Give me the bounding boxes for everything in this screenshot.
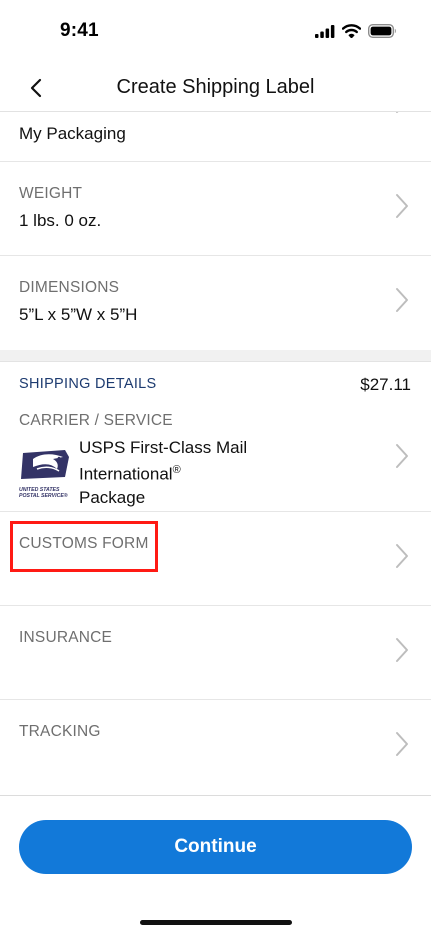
carrier-service-name: USPS First-Class Mail International® Pac… <box>79 436 319 509</box>
dimensions-value: 5”L x 5”W x 5”H <box>19 305 138 324</box>
customs-form-label: CUSTOMS FORM <box>19 535 149 552</box>
chevron-right-icon <box>396 112 399 113</box>
usps-eagle-icon <box>21 450 69 479</box>
status-time: 9:41 <box>60 20 99 41</box>
tracking-label: TRACKING <box>19 723 101 740</box>
page-title: Create Shipping Label <box>116 76 315 98</box>
weight-label: WEIGHT <box>19 185 83 202</box>
home-indicator <box>140 920 292 925</box>
carrier-line-3: Package <box>79 487 146 507</box>
cellular-signal-icon <box>315 24 335 38</box>
shipping-details-header: SHIPPING DETAILS <box>19 376 157 392</box>
content-scroll-area[interactable]: My Packaging WEIGHT 1 lbs. 0 oz. DIMENSI… <box>0 112 431 795</box>
status-bar: 9:41 <box>0 0 431 64</box>
customs-form-row[interactable]: CUSTOMS FORM <box>0 512 431 606</box>
continue-button[interactable]: Continue <box>19 820 412 874</box>
carrier-line-1: USPS First-Class Mail <box>79 438 248 457</box>
registered-mark: ® <box>172 464 181 476</box>
chevron-right-icon <box>396 732 408 756</box>
packaging-value: My Packaging <box>19 124 126 143</box>
packaging-row[interactable]: My Packaging <box>0 112 431 162</box>
battery-icon <box>368 24 396 38</box>
bottom-action-bar: Continue <box>0 795 431 934</box>
usps-logo: UNITED STATES POSTAL SERVICE® <box>19 447 71 499</box>
dimensions-row[interactable]: DIMENSIONS 5”L x 5”W x 5”H <box>0 256 431 350</box>
chevron-right-icon <box>396 638 408 662</box>
dimensions-label: DIMENSIONS <box>19 279 120 296</box>
insurance-label: INSURANCE <box>19 629 113 646</box>
carrier-line-2-text: International <box>79 464 173 484</box>
carrier-service-label: CARRIER / SERVICE <box>19 412 173 429</box>
insurance-row[interactable]: INSURANCE <box>0 606 431 700</box>
navigation-bar: Create Shipping Label <box>0 64 431 112</box>
weight-value: 1 lbs. 0 oz. <box>19 211 102 230</box>
chevron-right-icon <box>396 444 408 468</box>
weight-row[interactable]: WEIGHT 1 lbs. 0 oz. <box>0 162 431 256</box>
carrier-line-2: International® <box>79 459 319 486</box>
chevron-right-icon <box>396 288 408 312</box>
shipping-price: $27.11 <box>360 375 411 394</box>
chevron-right-icon <box>396 194 408 218</box>
usps-logo-text-2: POSTAL SERVICE® <box>19 493 68 499</box>
tracking-row[interactable]: TRACKING <box>0 700 431 795</box>
status-icons <box>315 24 397 38</box>
chevron-right-icon <box>396 544 408 568</box>
wifi-icon <box>342 24 361 38</box>
section-divider <box>0 350 431 362</box>
